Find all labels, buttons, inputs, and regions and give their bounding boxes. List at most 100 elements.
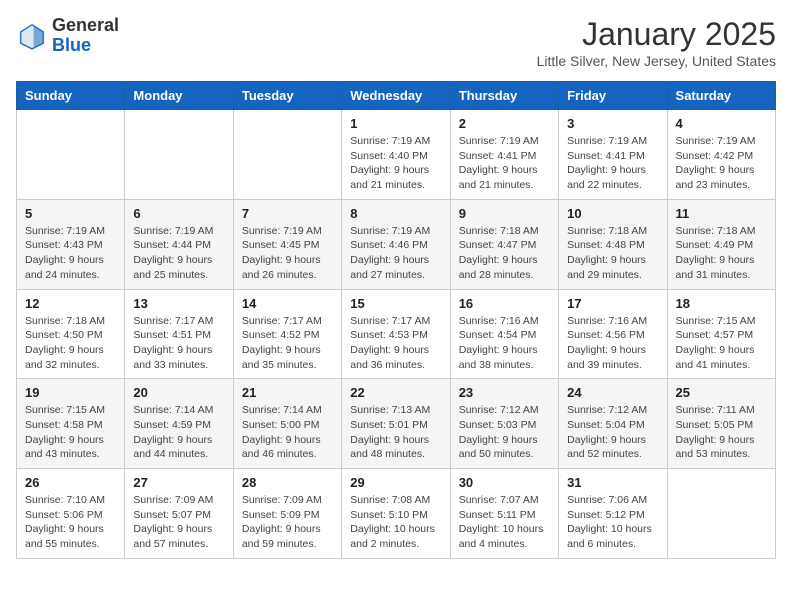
calendar-day-cell: 8 Sunrise: 7:19 AM Sunset: 4:46 PM Daylig… [342, 199, 450, 289]
calendar-header-row: SundayMondayTuesdayWednesdayThursdayFrid… [17, 82, 776, 110]
day-number: 17 [567, 296, 658, 311]
day-number: 19 [25, 385, 116, 400]
day-info: Sunrise: 7:07 AM Sunset: 5:11 PM Dayligh… [459, 493, 550, 552]
day-info: Sunrise: 7:06 AM Sunset: 5:12 PM Dayligh… [567, 493, 658, 552]
day-number: 9 [459, 206, 550, 221]
day-info: Sunrise: 7:19 AM Sunset: 4:44 PM Dayligh… [133, 224, 224, 283]
day-info: Sunrise: 7:15 AM Sunset: 4:58 PM Dayligh… [25, 403, 116, 462]
day-number: 28 [242, 475, 333, 490]
weekday-header-saturday: Saturday [667, 82, 775, 110]
calendar-week-row: 26 Sunrise: 7:10 AM Sunset: 5:06 PM Dayli… [17, 469, 776, 559]
day-number: 8 [350, 206, 441, 221]
calendar-day-cell: 30 Sunrise: 7:07 AM Sunset: 5:11 PM Dayli… [450, 469, 558, 559]
day-info: Sunrise: 7:10 AM Sunset: 5:06 PM Dayligh… [25, 493, 116, 552]
day-info: Sunrise: 7:17 AM Sunset: 4:51 PM Dayligh… [133, 314, 224, 373]
calendar-day-cell: 26 Sunrise: 7:10 AM Sunset: 5:06 PM Dayli… [17, 469, 125, 559]
calendar-day-cell: 3 Sunrise: 7:19 AM Sunset: 4:41 PM Daylig… [559, 110, 667, 200]
day-number: 14 [242, 296, 333, 311]
calendar-day-cell: 18 Sunrise: 7:15 AM Sunset: 4:57 PM Dayli… [667, 289, 775, 379]
calendar-day-cell: 7Sunrise: 7:19 AM Sunset: 4:45 PM Daylig… [233, 199, 341, 289]
day-number: 3 [567, 116, 658, 131]
day-number: 12 [25, 296, 116, 311]
calendar-day-cell: 14Sunrise: 7:17 AM Sunset: 4:52 PM Dayli… [233, 289, 341, 379]
day-info: Sunrise: 7:17 AM Sunset: 4:53 PM Dayligh… [350, 314, 441, 373]
day-info: Sunrise: 7:14 AM Sunset: 4:59 PM Dayligh… [133, 403, 224, 462]
calendar-day-cell: 23Sunrise: 7:12 AM Sunset: 5:03 PM Dayli… [450, 379, 558, 469]
day-info: Sunrise: 7:19 AM Sunset: 4:46 PM Dayligh… [350, 224, 441, 283]
day-number: 13 [133, 296, 224, 311]
weekday-header-thursday: Thursday [450, 82, 558, 110]
day-number: 6 [133, 206, 224, 221]
calendar-week-row: 19 Sunrise: 7:15 AM Sunset: 4:58 PM Dayli… [17, 379, 776, 469]
calendar-day-cell: 5 Sunrise: 7:19 AM Sunset: 4:43 PM Daylig… [17, 199, 125, 289]
calendar-day-cell: 6 Sunrise: 7:19 AM Sunset: 4:44 PM Daylig… [125, 199, 233, 289]
day-info: Sunrise: 7:08 AM Sunset: 5:10 PM Dayligh… [350, 493, 441, 552]
day-info: Sunrise: 7:13 AM Sunset: 5:01 PM Dayligh… [350, 403, 441, 462]
day-number: 18 [676, 296, 767, 311]
day-number: 29 [350, 475, 441, 490]
day-info: Sunrise: 7:14 AM Sunset: 5:00 PM Dayligh… [242, 403, 333, 462]
weekday-header-sunday: Sunday [17, 82, 125, 110]
day-number: 21 [242, 385, 333, 400]
day-info: Sunrise: 7:19 AM Sunset: 4:40 PM Dayligh… [350, 134, 441, 193]
day-number: 10 [567, 206, 658, 221]
calendar-day-cell: 29 Sunrise: 7:08 AM Sunset: 5:10 PM Dayli… [342, 469, 450, 559]
calendar-day-cell: 12 Sunrise: 7:18 AM Sunset: 4:50 PM Dayli… [17, 289, 125, 379]
day-number: 4 [676, 116, 767, 131]
calendar-day-cell: 25Sunrise: 7:11 AM Sunset: 5:05 PM Dayli… [667, 379, 775, 469]
calendar-day-cell: 9 Sunrise: 7:18 AM Sunset: 4:47 PM Daylig… [450, 199, 558, 289]
calendar-day-cell: 1 Sunrise: 7:19 AM Sunset: 4:40 PM Daylig… [342, 110, 450, 200]
day-number: 16 [459, 296, 550, 311]
day-info: Sunrise: 7:16 AM Sunset: 4:56 PM Dayligh… [567, 314, 658, 373]
calendar-day-cell: 31Sunrise: 7:06 AM Sunset: 5:12 PM Dayli… [559, 469, 667, 559]
day-info: Sunrise: 7:16 AM Sunset: 4:54 PM Dayligh… [459, 314, 550, 373]
calendar-day-cell: 28 Sunrise: 7:09 AM Sunset: 5:09 PM Dayli… [233, 469, 341, 559]
calendar-day-cell [125, 110, 233, 200]
calendar-day-cell: 24 Sunrise: 7:12 AM Sunset: 5:04 PM Dayli… [559, 379, 667, 469]
day-info: Sunrise: 7:12 AM Sunset: 5:03 PM Dayligh… [459, 403, 550, 462]
calendar-day-cell: 17 Sunrise: 7:16 AM Sunset: 4:56 PM Dayli… [559, 289, 667, 379]
day-number: 27 [133, 475, 224, 490]
calendar-day-cell: 13 Sunrise: 7:17 AM Sunset: 4:51 PM Dayli… [125, 289, 233, 379]
calendar-day-cell: 20Sunrise: 7:14 AM Sunset: 4:59 PM Dayli… [125, 379, 233, 469]
day-number: 26 [25, 475, 116, 490]
logo-text: General Blue [52, 16, 119, 56]
page-header: General Blue January 2025 Little Silver,… [16, 16, 776, 69]
calendar-day-cell [233, 110, 341, 200]
calendar-day-cell: 16 Sunrise: 7:16 AM Sunset: 4:54 PM Dayli… [450, 289, 558, 379]
day-info: Sunrise: 7:18 AM Sunset: 4:48 PM Dayligh… [567, 224, 658, 283]
day-number: 30 [459, 475, 550, 490]
weekday-header-tuesday: Tuesday [233, 82, 341, 110]
day-number: 15 [350, 296, 441, 311]
calendar-day-cell: 4Sunrise: 7:19 AM Sunset: 4:42 PM Daylig… [667, 110, 775, 200]
day-info: Sunrise: 7:09 AM Sunset: 5:07 PM Dayligh… [133, 493, 224, 552]
calendar-table: SundayMondayTuesdayWednesdayThursdayFrid… [16, 81, 776, 559]
calendar-week-row: 12 Sunrise: 7:18 AM Sunset: 4:50 PM Dayli… [17, 289, 776, 379]
calendar-day-cell: 27 Sunrise: 7:09 AM Sunset: 5:07 PM Dayli… [125, 469, 233, 559]
day-info: Sunrise: 7:15 AM Sunset: 4:57 PM Dayligh… [676, 314, 767, 373]
day-number: 24 [567, 385, 658, 400]
day-number: 7 [242, 206, 333, 221]
calendar-week-row: 5 Sunrise: 7:19 AM Sunset: 4:43 PM Daylig… [17, 199, 776, 289]
day-info: Sunrise: 7:12 AM Sunset: 5:04 PM Dayligh… [567, 403, 658, 462]
day-number: 5 [25, 206, 116, 221]
day-info: Sunrise: 7:18 AM Sunset: 4:47 PM Dayligh… [459, 224, 550, 283]
day-number: 25 [676, 385, 767, 400]
day-info: Sunrise: 7:19 AM Sunset: 4:41 PM Dayligh… [567, 134, 658, 193]
day-info: Sunrise: 7:09 AM Sunset: 5:09 PM Dayligh… [242, 493, 333, 552]
calendar-day-cell: 22Sunrise: 7:13 AM Sunset: 5:01 PM Dayli… [342, 379, 450, 469]
logo-icon [16, 20, 48, 52]
day-info: Sunrise: 7:18 AM Sunset: 4:50 PM Dayligh… [25, 314, 116, 373]
day-info: Sunrise: 7:18 AM Sunset: 4:49 PM Dayligh… [676, 224, 767, 283]
calendar-day-cell: 10 Sunrise: 7:18 AM Sunset: 4:48 PM Dayli… [559, 199, 667, 289]
calendar-day-cell: 21 Sunrise: 7:14 AM Sunset: 5:00 PM Dayli… [233, 379, 341, 469]
calendar-day-cell: 15 Sunrise: 7:17 AM Sunset: 4:53 PM Dayli… [342, 289, 450, 379]
calendar-day-cell [17, 110, 125, 200]
day-info: Sunrise: 7:19 AM Sunset: 4:43 PM Dayligh… [25, 224, 116, 283]
weekday-header-monday: Monday [125, 82, 233, 110]
day-number: 1 [350, 116, 441, 131]
calendar-day-cell: 19 Sunrise: 7:15 AM Sunset: 4:58 PM Dayli… [17, 379, 125, 469]
logo: General Blue [16, 16, 119, 56]
weekday-header-friday: Friday [559, 82, 667, 110]
calendar-week-row: 1 Sunrise: 7:19 AM Sunset: 4:40 PM Daylig… [17, 110, 776, 200]
